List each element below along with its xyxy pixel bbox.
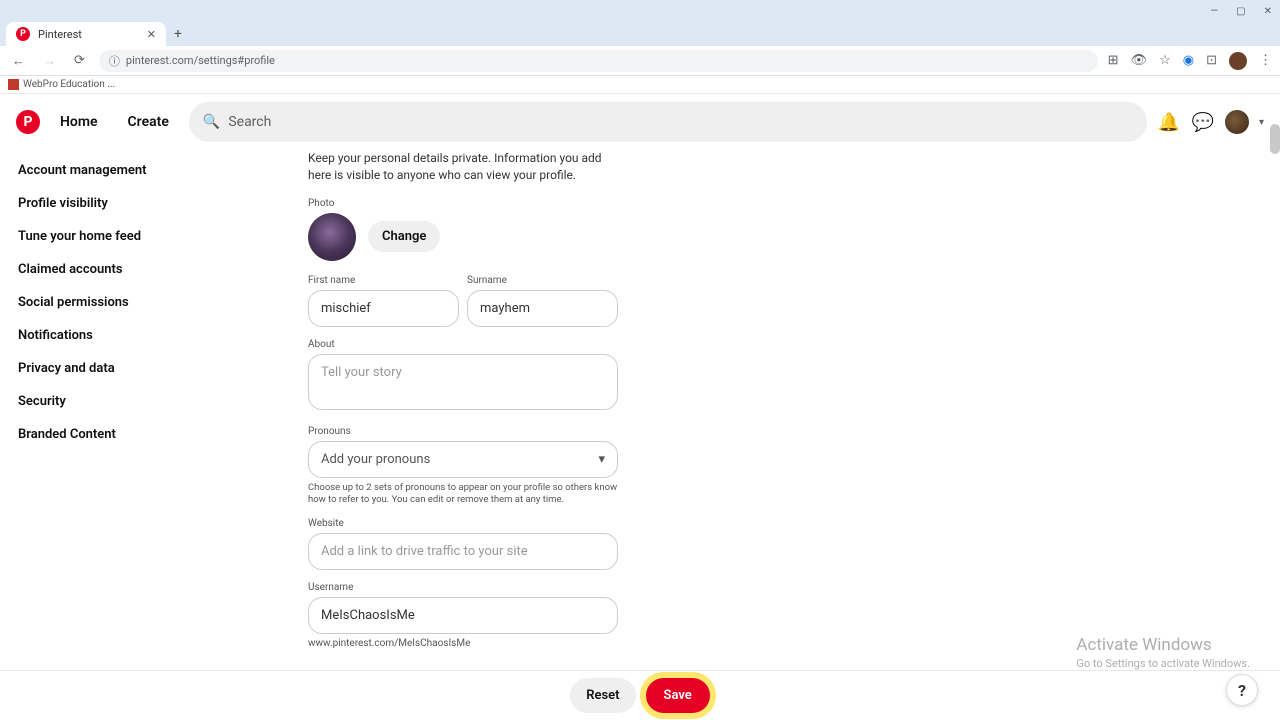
username-label: Username xyxy=(308,582,618,593)
first-name-label: First name xyxy=(308,275,459,286)
user-avatar[interactable] xyxy=(1225,110,1249,134)
action-footer: Reset Save xyxy=(0,670,1280,720)
reload-icon[interactable]: ⟳ xyxy=(70,51,89,70)
main-panel: Keep your personal details private. Info… xyxy=(300,150,1280,670)
pronouns-select[interactable]: Add your pronouns ▾ xyxy=(308,441,618,478)
tab-strip: P Pinterest ✕ + xyxy=(0,22,1280,46)
photo-label: Photo xyxy=(308,198,618,209)
chevron-down-icon: ▾ xyxy=(598,452,605,467)
settings-sidebar: Account management Profile visibility Tu… xyxy=(0,150,300,670)
browser-tab[interactable]: P Pinterest ✕ xyxy=(6,22,166,46)
close-window-icon[interactable]: ✕ xyxy=(1264,6,1272,17)
messages-icon[interactable]: 💬 xyxy=(1191,110,1215,134)
surname-label: Surname xyxy=(467,275,618,286)
address-bar: ← → ⟳ ⓘ pinterest.com/settings#profile ⊞… xyxy=(0,46,1280,76)
url-text: pinterest.com/settings#profile xyxy=(126,54,275,67)
scrollbar-thumb[interactable] xyxy=(1270,124,1280,154)
pinterest-logo[interactable]: P xyxy=(16,110,40,134)
nav-create[interactable]: Create xyxy=(118,106,179,138)
username-url: www.pinterest.com/MeIsChaosIsMe xyxy=(308,638,618,649)
pronouns-placeholder: Add your pronouns xyxy=(321,452,430,467)
profile-avatar[interactable] xyxy=(1229,52,1247,70)
minimize-icon[interactable]: — xyxy=(1210,6,1218,17)
bookmarks-bar: WebPro Education ... xyxy=(0,76,1280,94)
new-tab-button[interactable]: + xyxy=(174,26,182,46)
pronouns-help: Choose up to 2 sets of pronouns to appea… xyxy=(308,482,618,507)
nav-home[interactable]: Home xyxy=(50,106,108,138)
sidebar-item-privacy-data[interactable]: Privacy and data xyxy=(18,352,300,385)
menu-icon[interactable]: ⋮ xyxy=(1259,53,1272,68)
extension-icon[interactable]: ◉ xyxy=(1183,53,1194,68)
reset-button[interactable]: Reset xyxy=(570,678,635,713)
sidebar-item-notifications[interactable]: Notifications xyxy=(18,319,300,352)
sidebar-item-social-permissions[interactable]: Social permissions xyxy=(18,286,300,319)
bookmark-item[interactable]: WebPro Education ... xyxy=(23,79,115,90)
sidebar-item-branded-content[interactable]: Branded Content xyxy=(18,418,300,451)
app-header: P Home Create 🔍 Search 🔔 💬 ▾ xyxy=(0,94,1280,150)
maximize-icon[interactable]: ▢ xyxy=(1236,6,1245,17)
window-titlebar: — ▢ ✕ xyxy=(0,0,1280,22)
star-icon[interactable]: ☆ xyxy=(1159,53,1171,68)
sidebar-item-account-management[interactable]: Account management xyxy=(18,154,300,187)
surname-input[interactable] xyxy=(467,290,618,327)
pinterest-favicon: P xyxy=(16,27,30,41)
search-placeholder: Search xyxy=(228,114,271,130)
extensions-icon[interactable]: ⊡ xyxy=(1206,53,1217,68)
activate-title: Activate Windows xyxy=(1076,635,1250,655)
chevron-down-icon[interactable]: ▾ xyxy=(1259,117,1264,128)
tab-title: Pinterest xyxy=(38,28,82,41)
website-input[interactable] xyxy=(308,533,618,570)
change-photo-button[interactable]: Change xyxy=(368,221,440,252)
back-icon[interactable]: ← xyxy=(8,51,29,71)
search-input[interactable]: 🔍 Search xyxy=(189,102,1147,142)
install-icon[interactable]: ⊞ xyxy=(1108,53,1119,68)
activate-subtitle: Go to Settings to activate Windows. xyxy=(1076,657,1250,670)
pronouns-label: Pronouns xyxy=(308,426,618,437)
website-label: Website xyxy=(308,518,618,529)
username-input[interactable] xyxy=(308,597,618,634)
intro-text: Keep your personal details private. Info… xyxy=(308,150,608,184)
sidebar-item-tune-home-feed[interactable]: Tune your home feed xyxy=(18,220,300,253)
notifications-icon[interactable]: 🔔 xyxy=(1157,110,1181,134)
url-input[interactable]: ⓘ pinterest.com/settings#profile xyxy=(99,50,1098,72)
site-info-icon[interactable]: ⓘ xyxy=(109,53,120,69)
bookmark-favicon xyxy=(8,79,19,90)
about-textarea[interactable] xyxy=(308,354,618,410)
save-button[interactable]: Save xyxy=(646,678,710,713)
sidebar-item-security[interactable]: Security xyxy=(18,385,300,418)
profile-photo xyxy=(308,213,356,261)
eye-off-icon[interactable]: 👁 xyxy=(1131,53,1148,68)
first-name-input[interactable] xyxy=(308,290,459,327)
close-tab-icon[interactable]: ✕ xyxy=(147,28,156,41)
search-icon: 🔍 xyxy=(203,114,220,130)
sidebar-item-profile-visibility[interactable]: Profile visibility xyxy=(18,187,300,220)
about-label: About xyxy=(308,339,618,350)
forward-icon: → xyxy=(39,51,60,71)
sidebar-item-claimed-accounts[interactable]: Claimed accounts xyxy=(18,253,300,286)
activate-windows-watermark: Activate Windows Go to Settings to activ… xyxy=(1076,635,1250,670)
help-button[interactable]: ? xyxy=(1226,674,1258,706)
